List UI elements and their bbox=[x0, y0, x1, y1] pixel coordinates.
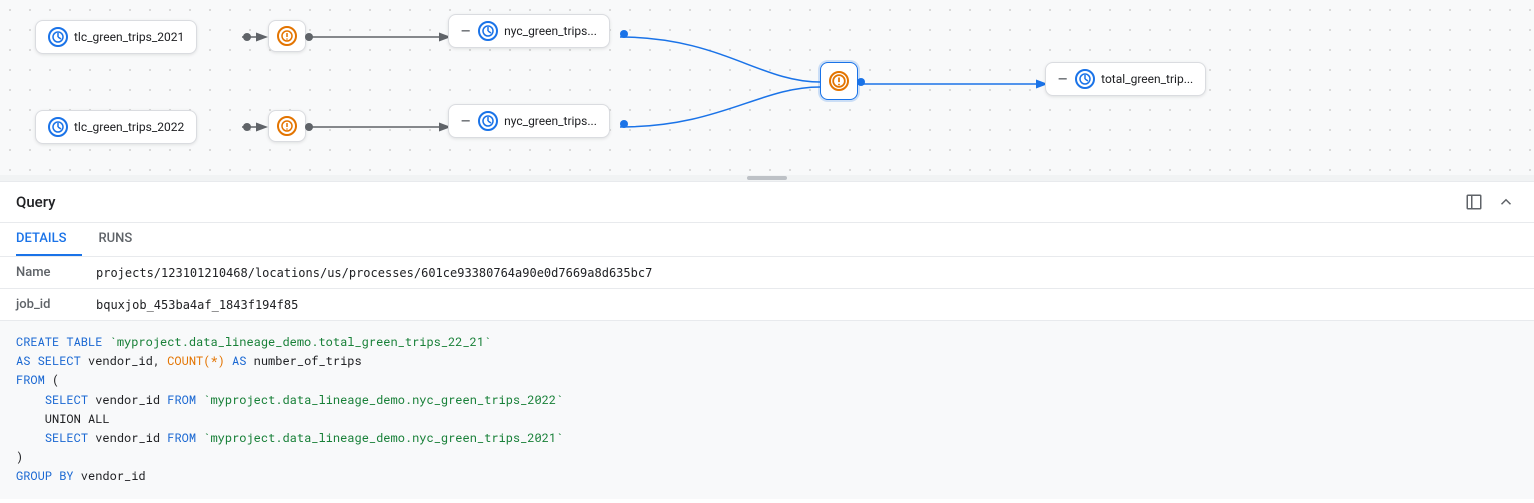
table-row: Name projects/123101210468/locations/us/… bbox=[0, 257, 1534, 289]
connector-dot bbox=[305, 33, 313, 41]
tab-runs[interactable]: RUNS bbox=[98, 223, 148, 256]
field-value: bquxjob_453ba4af_1843f194f85 bbox=[80, 289, 1534, 321]
node-icon-orange bbox=[277, 26, 297, 46]
divider-handle bbox=[747, 176, 787, 180]
node-icon-orange-2 bbox=[277, 116, 297, 136]
table-row: job_id bquxjob_453ba4af_1843f194f85 bbox=[0, 289, 1534, 321]
node-orange-top[interactable] bbox=[268, 20, 306, 52]
node-icon-orange-3 bbox=[829, 71, 849, 91]
sql-line-1: CREATE TABLE `myproject.data_lineage_dem… bbox=[16, 333, 1518, 352]
details-table: Name projects/123101210468/locations/us/… bbox=[0, 257, 1534, 321]
node-tlc-2022[interactable]: tlc_green_trips_2022 bbox=[35, 110, 197, 144]
sql-line-8: GROUP BY vendor_id bbox=[16, 467, 1518, 486]
node-union[interactable] bbox=[820, 62, 858, 100]
sql-line-7: ) bbox=[16, 448, 1518, 467]
dag-canvas[interactable]: tlc_green_trips_2021 — nyc_green_trips..… bbox=[0, 0, 1534, 175]
collapse-icon[interactable] bbox=[1494, 190, 1518, 214]
sql-line-5: UNION ALL bbox=[16, 410, 1518, 429]
query-header: Query bbox=[0, 182, 1534, 223]
query-panel: Query DETAILS RUNS Name projects/1231012… bbox=[0, 181, 1534, 499]
node-orange-bottom[interactable] bbox=[268, 110, 306, 142]
sql-line-6: SELECT vendor_id FROM `myproject.data_li… bbox=[16, 429, 1518, 448]
field-value: projects/123101210468/locations/us/proce… bbox=[80, 257, 1534, 289]
node-label: tlc_green_trips_2022 bbox=[74, 120, 184, 134]
node-total[interactable]: — total_green_trip... bbox=[1045, 62, 1206, 96]
node-icon-blue-4 bbox=[478, 111, 498, 131]
sql-block: CREATE TABLE `myproject.data_lineage_dem… bbox=[0, 321, 1534, 499]
node-label: nyc_green_trips... bbox=[504, 24, 597, 38]
field-key: Name bbox=[0, 257, 80, 289]
node-label: nyc_green_trips... bbox=[504, 114, 597, 128]
node-icon-blue-5 bbox=[1075, 69, 1095, 89]
node-icon-blue-2 bbox=[478, 21, 498, 41]
connector-dot bbox=[243, 33, 251, 41]
node-label: tlc_green_trips_2021 bbox=[74, 30, 184, 44]
field-key: job_id bbox=[0, 289, 80, 321]
connector-dot-blue-3 bbox=[857, 78, 865, 86]
header-actions bbox=[1462, 190, 1518, 214]
query-title: Query bbox=[16, 193, 56, 211]
connector-dot bbox=[305, 123, 313, 131]
dag-connections bbox=[0, 0, 1534, 175]
tab-details[interactable]: DETAILS bbox=[16, 223, 82, 256]
dash-icon-3: — bbox=[1058, 72, 1067, 86]
dash-icon-2: — bbox=[461, 114, 470, 128]
connector-dot bbox=[243, 123, 251, 131]
node-label: total_green_trip... bbox=[1101, 72, 1193, 86]
node-tlc-2021[interactable]: tlc_green_trips_2021 bbox=[35, 20, 197, 54]
sql-line-2: AS SELECT vendor_id, COUNT(*) AS number_… bbox=[16, 352, 1518, 371]
node-nyc-2021[interactable]: — nyc_green_trips... bbox=[448, 14, 610, 48]
sql-line-3: FROM ( bbox=[16, 371, 1518, 390]
connector-dot-blue bbox=[620, 30, 628, 38]
node-nyc-2022[interactable]: — nyc_green_trips... bbox=[448, 104, 610, 138]
connector-dot-blue-2 bbox=[620, 120, 628, 128]
node-icon-blue-3 bbox=[48, 117, 68, 137]
dash-icon: — bbox=[461, 24, 470, 38]
node-icon-blue bbox=[48, 27, 68, 47]
tabs-container: DETAILS RUNS bbox=[0, 223, 1534, 257]
sql-line-4: SELECT vendor_id FROM `myproject.data_li… bbox=[16, 391, 1518, 410]
expand-icon[interactable] bbox=[1462, 190, 1486, 214]
